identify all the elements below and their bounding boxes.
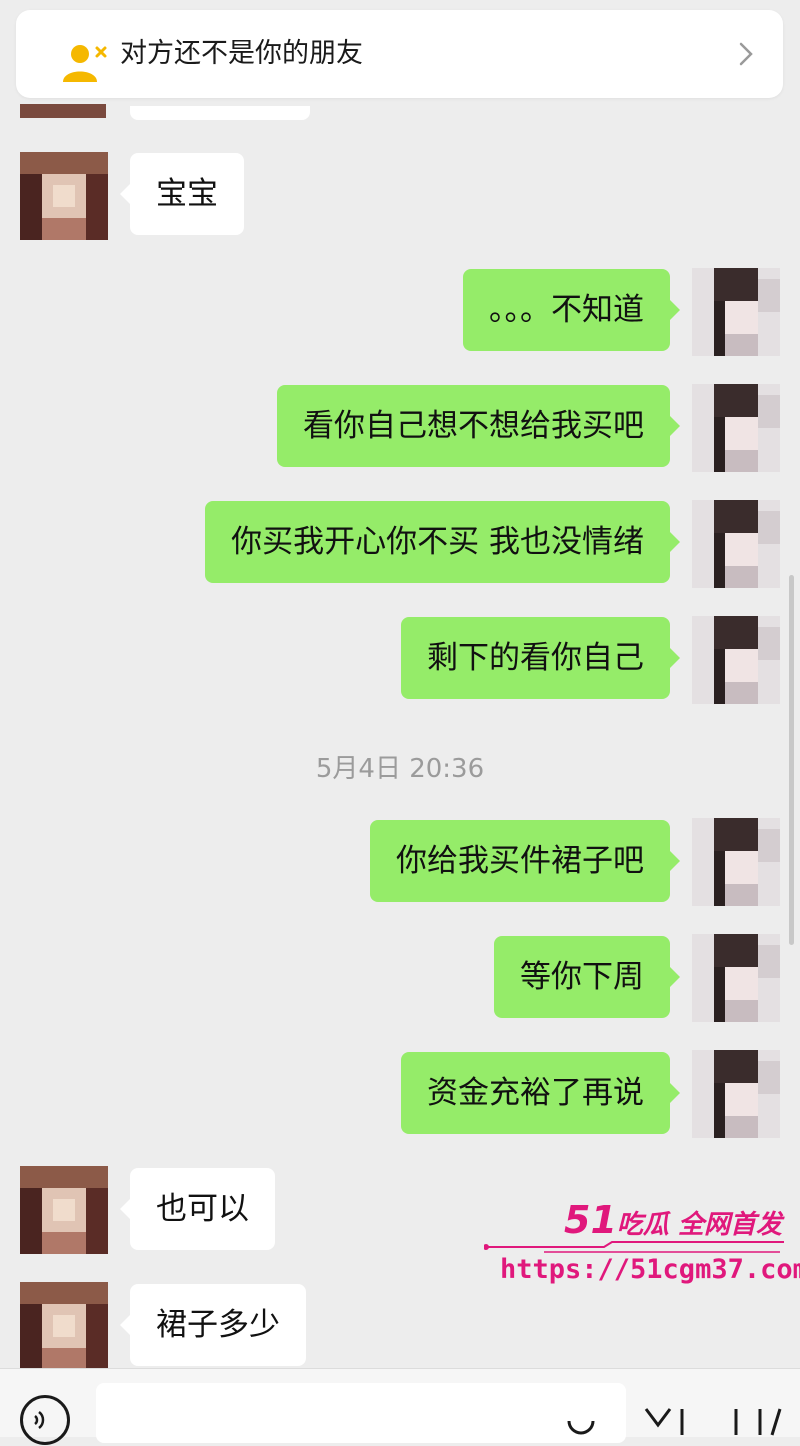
my-avatar[interactable] (692, 268, 780, 356)
watermark-title: 51吃瓜 全网首发 (564, 1198, 782, 1242)
incoming-message-bubble[interactable]: 裙子多少 (120, 1284, 306, 1366)
outgoing-message-bubble[interactable]: 看你自己想不想给我买吧 (277, 385, 680, 467)
my-avatar[interactable] (692, 818, 780, 906)
watermark-url: https://51cgm37.com (500, 1254, 800, 1285)
watermark-decoration (484, 1241, 784, 1253)
watermark-number: 51 (564, 1198, 617, 1242)
my-avatar[interactable] (692, 616, 780, 704)
voice-icon (34, 1411, 45, 1429)
watermark: 51吃瓜 全网首发 https://51cgm37.com (484, 1196, 800, 1292)
chevron-right-icon (739, 42, 753, 70)
outgoing-message-bubble[interactable]: 你给我买件裙子吧 (370, 820, 680, 902)
not-friend-text: 对方还不是你的朋友 (120, 38, 363, 69)
contact-avatar[interactable] (20, 1282, 108, 1370)
message-timestamp: 5月4日 20:36 (315, 754, 485, 784)
not-friend-banner[interactable]: 对方还不是你的朋友 (16, 10, 783, 98)
user-remove-icon (62, 44, 110, 88)
chat-input-bar (0, 1368, 800, 1445)
contact-avatar[interactable] (20, 152, 108, 240)
scrollbar[interactable] (789, 575, 794, 945)
outgoing-message-bubble[interactable]: 资金充裕了再说 (401, 1052, 680, 1134)
outgoing-message-bubble[interactable]: 剩下的看你自己 (401, 617, 680, 699)
outgoing-message-bubble[interactable]: 等你下周 (494, 936, 680, 1018)
partial-avatar (20, 104, 106, 118)
contact-avatar[interactable] (20, 1166, 108, 1254)
message-input[interactable] (96, 1383, 626, 1443)
outgoing-message-bubble[interactable]: 。。。不知道 (463, 269, 680, 351)
my-avatar[interactable] (692, 500, 780, 588)
my-avatar[interactable] (692, 934, 780, 1022)
incoming-message-bubble[interactable]: 也可以 (120, 1168, 275, 1250)
my-avatar[interactable] (692, 1050, 780, 1138)
emoji-icon[interactable] (566, 1409, 596, 1441)
voice-input-button[interactable] (20, 1395, 70, 1445)
watermark-title-text: 吃瓜 全网首发 (616, 1210, 782, 1240)
outgoing-message-bubble[interactable]: 你买我开心你不买 我也没情绪 (205, 501, 680, 583)
partial-message-bubble (130, 106, 310, 120)
incoming-message-bubble[interactable]: 宝宝 (120, 153, 244, 235)
my-avatar[interactable] (692, 384, 780, 472)
